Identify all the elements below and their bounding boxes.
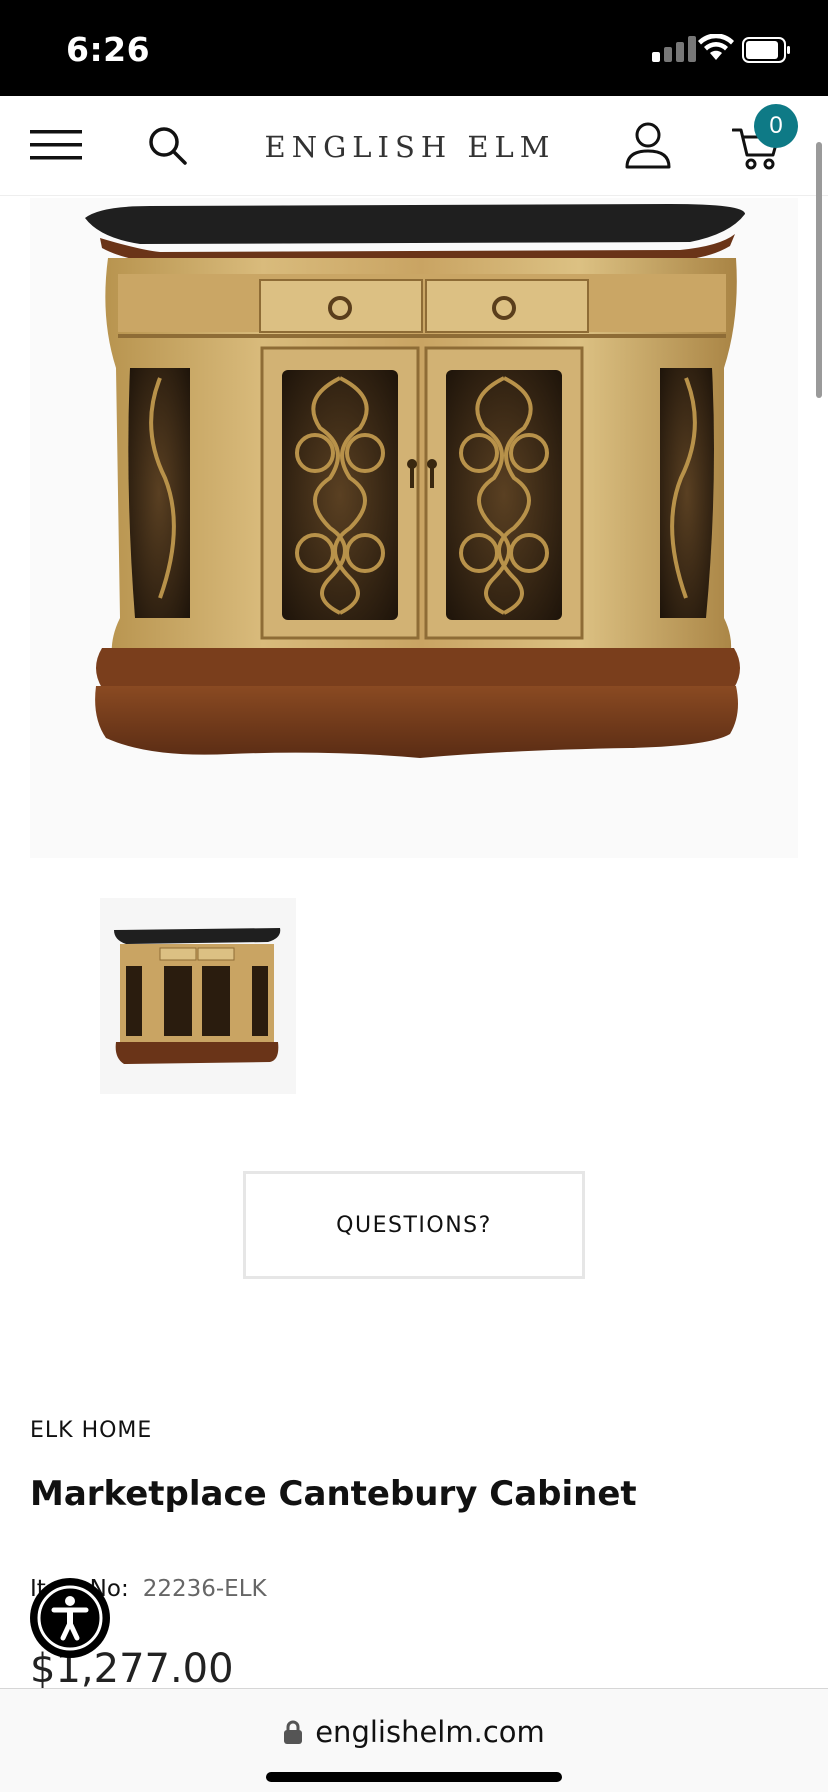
site-header: ENGLISH ELM 0 (0, 96, 828, 196)
accessibility-button[interactable] (30, 1578, 110, 1658)
cabinet-illustration (85, 204, 745, 758)
questions-button[interactable]: QUESTIONS? (243, 1171, 585, 1279)
page-scrollbar[interactable] (816, 142, 822, 398)
lock-icon (284, 1720, 303, 1744)
item-number-value: 22236-ELK (142, 1576, 267, 1602)
product-brand[interactable]: ELK HOME (30, 1418, 152, 1443)
brand-logo[interactable]: ENGLISH ELM (200, 130, 620, 164)
url-text: englishelm.com (315, 1715, 545, 1749)
status-bar: 6:26 (0, 0, 828, 96)
url-display[interactable]: englishelm.com (0, 1715, 828, 1749)
cabinet-thumbnail-illustration (114, 928, 281, 1064)
product-main-image[interactable] (30, 198, 798, 858)
battery-icon (742, 37, 790, 63)
search-icon[interactable] (148, 126, 188, 166)
accessibility-icon (34, 1582, 106, 1654)
menu-icon[interactable] (30, 128, 82, 162)
status-time: 6:26 (66, 30, 151, 69)
cellular-signal-icon (652, 36, 696, 62)
account-icon[interactable] (624, 120, 672, 170)
product-thumbnail[interactable] (100, 898, 296, 1094)
product-title: Marketplace Cantebury Cabinet (30, 1474, 637, 1514)
home-indicator[interactable] (266, 1772, 562, 1782)
wifi-icon (698, 34, 734, 60)
browser-address-bar[interactable]: englishelm.com (0, 1688, 828, 1792)
cart-count-badge[interactable]: 0 (754, 104, 798, 148)
